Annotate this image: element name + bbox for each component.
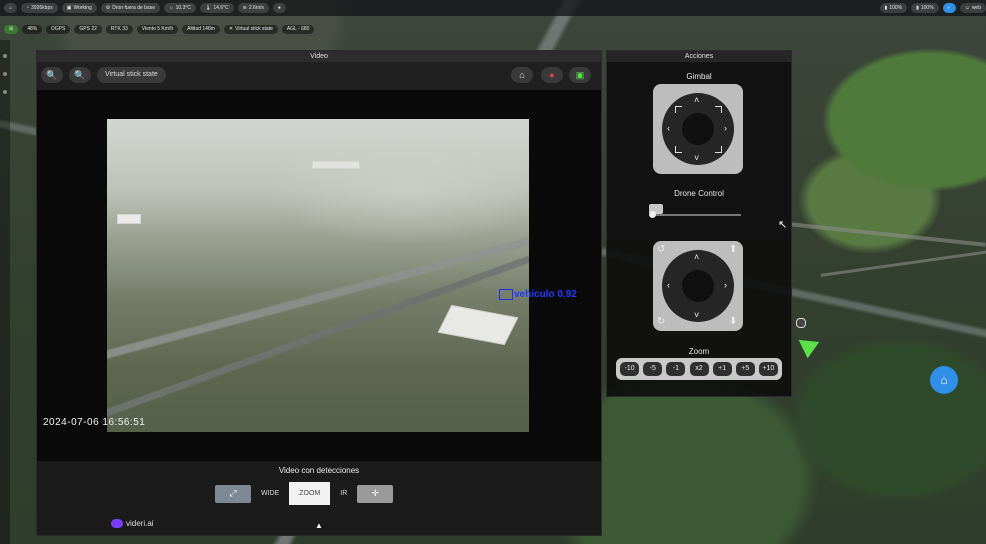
- speed-slider[interactable]: [649, 204, 741, 218]
- zoom-plus-10-button[interactable]: +10: [758, 362, 778, 376]
- battery2-indicator: ▮ 100%: [911, 3, 939, 13]
- zoom-label: Zoom: [688, 347, 710, 356]
- rotate-left-icon[interactable]: ↺: [657, 245, 665, 255]
- rtk-status: RTK 33: [105, 24, 133, 34]
- mode-zoom[interactable]: ZOOM: [289, 482, 331, 505]
- user-menu[interactable]: ☺ web: [959, 3, 986, 13]
- gamepad-icon[interactable]: ▣: [569, 67, 591, 83]
- zoom-minus-5-button[interactable]: -5: [643, 362, 663, 376]
- sidebar-dot-icon[interactable]: [3, 90, 7, 94]
- drone-center[interactable]: [682, 270, 714, 302]
- grid-icon[interactable]: ⊞: [4, 24, 19, 34]
- gps-status: GPS 22: [74, 24, 102, 34]
- map-road: [780, 221, 986, 247]
- gimbal-right-icon[interactable]: ›: [724, 124, 727, 133]
- gimbal-down-icon[interactable]: ˅: [694, 154, 699, 163]
- zoom-minus-10-button[interactable]: -10: [620, 362, 640, 376]
- video-toolbar: 🔍 🔍 Virtual stick state ⌂ ● ▣: [37, 62, 601, 90]
- sidebar-dot-icon[interactable]: [3, 72, 7, 76]
- temp-indicator: ☼ 10.3°C: [164, 3, 196, 13]
- altitude-status: Altitud 148m: [182, 24, 220, 34]
- gimbal-pad[interactable]: ˄ ˅ ‹ ›: [653, 84, 743, 174]
- agl-status: AGL - 680: [281, 24, 315, 34]
- wind-indicator: ≋ 2.6m/s: [237, 3, 269, 13]
- base-indicator: ⚙ Dron fuera de base: [100, 3, 161, 13]
- sidebar-dot-icon[interactable]: [3, 54, 7, 58]
- map-marker[interactable]: [796, 318, 806, 328]
- zoom-out-icon[interactable]: 🔍: [69, 67, 91, 83]
- zoom-plus-5-button[interactable]: +5: [735, 362, 755, 376]
- drone-control-pad[interactable]: ˄ ˅ ‹ › ↺ ⬆ ↻ ⬇: [653, 241, 743, 331]
- top-status-bar: ⌂ ◔ 3926kbps ▣ Working ⚙ Dron fuera de b…: [0, 0, 986, 16]
- battery1-indicator: ▮ 100%: [879, 3, 908, 13]
- brand-logo: videri.ai: [111, 519, 154, 528]
- drone-forward-icon[interactable]: ˄: [694, 253, 699, 262]
- zoom-in-icon[interactable]: 🔍: [41, 67, 63, 83]
- zoom-controls: -10 -5 -1 x2 +1 +5 +10: [616, 358, 782, 380]
- videri-logo-icon: [111, 519, 123, 528]
- dot-icon: ●: [272, 3, 286, 13]
- drone-station-icon[interactable]: ⌂: [930, 366, 958, 394]
- bitrate-indicator: ◔ 3926kbps: [21, 3, 58, 13]
- zoom-plus-1-button[interactable]: +1: [712, 362, 732, 376]
- zoom-minus-1-button[interactable]: -1: [666, 362, 686, 376]
- video-timestamp: 2024-07-06 16:56:51: [43, 417, 146, 428]
- video-panel: Video 🔍 🔍 Virtual stick state ⌂ ● ▣ vehi…: [36, 50, 602, 536]
- actions-title: Acciones: [607, 51, 791, 62]
- camera-feed[interactable]: [107, 119, 529, 432]
- gimbal-center[interactable]: [682, 113, 714, 145]
- drone-control-label: Drone Control: [674, 189, 724, 198]
- slider-thumb[interactable]: [649, 211, 656, 218]
- home-icon[interactable]: ⌂: [511, 67, 533, 83]
- left-sidebar: [0, 40, 10, 544]
- detection-label: vehiculo: [514, 289, 555, 301]
- gimbal-label: Gimbal: [686, 72, 712, 81]
- rotate-right-icon[interactable]: ↻: [657, 317, 665, 327]
- temp2-indicator: 🌡 14.6°C: [199, 3, 234, 13]
- battery-level: 48%: [22, 24, 43, 34]
- drone-left-icon[interactable]: ‹: [667, 281, 670, 290]
- mode-wide[interactable]: WIDE: [251, 482, 289, 505]
- toggle-icon[interactable]: ◐: [942, 3, 956, 13]
- actions-panel: Acciones Gimbal ˄ ˅ ‹ › Drone Control ˄ …: [606, 50, 792, 397]
- gimbal-left-icon[interactable]: ‹: [667, 124, 670, 133]
- virtual-stick-status: ✕ Virtual stick state: [223, 24, 278, 34]
- gimbal-up-icon[interactable]: ˄: [694, 96, 699, 105]
- state-indicator: ▣ Working: [61, 3, 97, 13]
- pin-icon[interactable]: ●: [541, 67, 563, 83]
- mouse-cursor-icon: ↖: [778, 219, 788, 231]
- zoom-x2-button[interactable]: x2: [689, 362, 709, 376]
- home-icon[interactable]: ⌂: [4, 3, 18, 13]
- expand-icon[interactable]: ⤢: [215, 484, 251, 503]
- video-footer: Video con detecciones ⤢ WIDE ZOOM IR ✛ v…: [37, 461, 601, 535]
- dgps-status: DGPS: [46, 24, 71, 34]
- crosshair-icon[interactable]: ✛: [357, 484, 394, 503]
- drone-back-icon[interactable]: ˅: [694, 311, 699, 320]
- map-road: [820, 250, 986, 277]
- caret-up-icon[interactable]: ▲: [315, 521, 323, 530]
- video-footer-title: Video con detecciones: [278, 466, 360, 475]
- detection-score: 0.92: [557, 289, 577, 301]
- virtual-stick-state-button[interactable]: Virtual stick state: [97, 67, 166, 83]
- mode-ir[interactable]: IR: [330, 482, 357, 505]
- descend-icon[interactable]: ⬇: [729, 317, 737, 327]
- ascend-icon[interactable]: ⬆: [729, 245, 737, 255]
- detection-box: vehiculo 0.92: [499, 289, 577, 300]
- telemetry-bar: ⊞ 48% DGPS GPS 22 RTK 33 Viento 5 Km/h A…: [0, 22, 400, 36]
- drone-right-icon[interactable]: ›: [724, 281, 727, 290]
- video-panel-title: Video: [37, 51, 601, 62]
- camera-mode-selector: ⤢ WIDE ZOOM IR ✛: [215, 482, 394, 505]
- wind-status: Viento 5 Km/h: [136, 24, 179, 34]
